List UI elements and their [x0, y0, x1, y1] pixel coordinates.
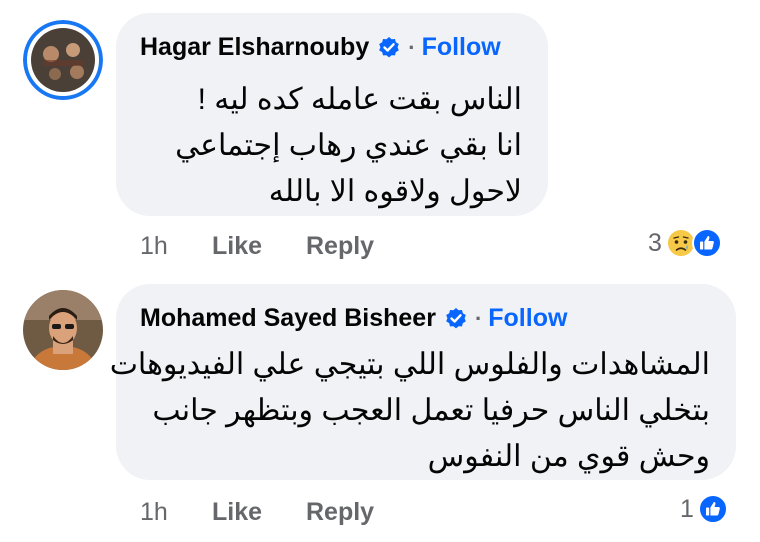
comment-line: وحش قوي من النفوس	[427, 440, 710, 473]
comment-bubble: Hagar Elsharnouby · Follow الناس بقت عام…	[116, 13, 548, 216]
author-name[interactable]: Hagar Elsharnouby	[140, 33, 369, 62]
comment-line: الناس بقت عامله كده ليه !	[197, 83, 522, 116]
comment-line: لاحول ولاقوه الا بالله	[268, 175, 522, 208]
reaction-count: 3	[648, 228, 662, 257]
author-name[interactable]: Mohamed Sayed Bisheer	[140, 304, 436, 333]
separator-dot: ·	[408, 34, 416, 60]
comment-line: انا بقي عندي رهاب إجتماعي	[175, 129, 522, 162]
reply-button[interactable]: Reply	[306, 232, 374, 261]
timestamp[interactable]: 1h	[140, 498, 168, 527]
like-icon	[697, 494, 728, 524]
reactions-summary[interactable]: 1	[680, 494, 728, 524]
timestamp[interactable]: 1h	[140, 232, 168, 261]
reply-button[interactable]: Reply	[306, 498, 374, 527]
avatar[interactable]	[23, 20, 103, 100]
verified-badge-icon	[379, 36, 400, 57]
separator-dot: ·	[474, 305, 483, 331]
reactions-summary[interactable]: 3	[648, 228, 722, 258]
avatar[interactable]	[23, 290, 103, 370]
verified-badge-icon	[446, 307, 466, 328]
follow-button[interactable]: Follow	[488, 304, 567, 333]
like-icon	[691, 228, 722, 258]
author-line: Mohamed Sayed Bisheer · Follow	[140, 304, 567, 333]
comment: Mohamed Sayed Bisheer · Follow المشاهدات…	[0, 270, 760, 542]
comment-text: المشاهدات والفلوس اللي بتيجي علي الفيديو…	[110, 342, 710, 480]
comment-line: بتخلي الناس حرفيا تعمل العجب وبتظهر جانب	[152, 394, 710, 427]
comment-text: الناس بقت عامله كده ليه ! انا بقي عندي ر…	[175, 77, 522, 215]
comment-line: المشاهدات والفلوس اللي بتيجي علي الفيديو…	[109, 348, 710, 381]
reaction-count: 1	[680, 494, 694, 523]
like-button[interactable]: Like	[212, 232, 262, 261]
comment: Hagar Elsharnouby · Follow الناس بقت عام…	[0, 0, 760, 270]
author-line: Hagar Elsharnouby · Follow	[140, 33, 501, 62]
comment-bubble: Mohamed Sayed Bisheer · Follow المشاهدات…	[110, 284, 736, 480]
like-button[interactable]: Like	[212, 498, 262, 527]
follow-button[interactable]: Follow	[422, 33, 501, 62]
